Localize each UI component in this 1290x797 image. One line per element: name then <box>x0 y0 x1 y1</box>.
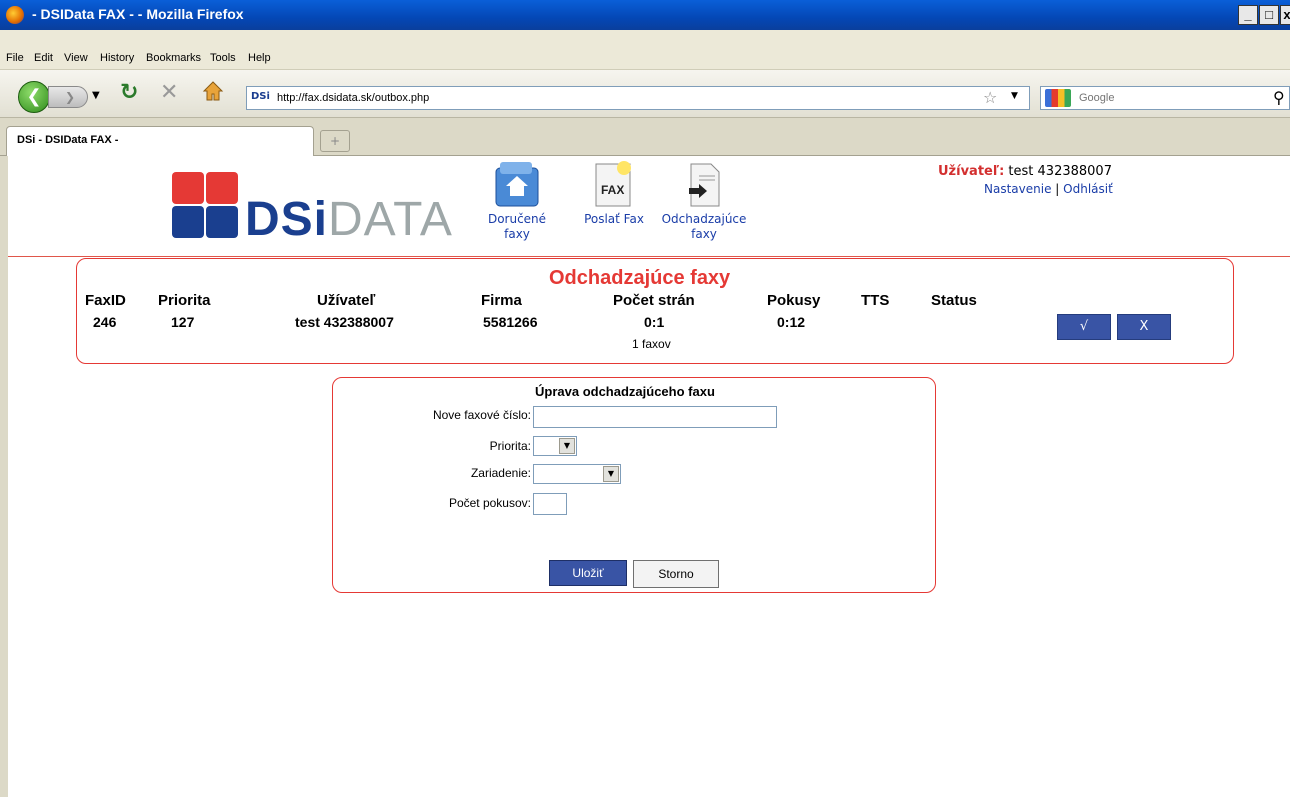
link-separator: | <box>1055 182 1060 196</box>
edit-form-title: Úprava odchadzajúceho faxu <box>535 384 715 399</box>
cell-priority: 127 <box>171 314 195 330</box>
site-identity-icon: DSi <box>251 91 270 102</box>
nav-send-fax[interactable]: FAX Poslať Fax <box>574 160 654 227</box>
col-pages: Počet strán <box>613 292 695 309</box>
confirm-button[interactable]: √ <box>1057 314 1111 340</box>
url-bar[interactable]: DSi ☆ ▼ <box>246 86 1030 110</box>
settings-link[interactable]: Nastavenie <box>984 182 1051 196</box>
col-company: Firma <box>481 292 522 309</box>
fax-count: 1 faxov <box>632 337 671 351</box>
save-button[interactable]: Uložiť <box>549 560 627 586</box>
page-content: DSiDATA Doručené faxy FAX Poslať Fax Odc… <box>8 156 1290 797</box>
menu-bookmarks[interactable]: Bookmarks <box>146 52 201 64</box>
chevron-down-icon[interactable]: ▼ <box>603 466 619 482</box>
cancel-button[interactable]: Storno <box>633 560 719 588</box>
search-input[interactable] <box>1077 89 1257 107</box>
col-faxid: FaxID <box>85 292 126 309</box>
back-arrow-icon[interactable]: ❮ <box>18 81 50 113</box>
dsidata-logo-mark <box>172 172 238 238</box>
tab-dsidata-fax[interactable]: DSi - DSIData FAX - <box>6 126 314 156</box>
window-border <box>0 156 8 797</box>
device-label: Zariadenie: <box>470 466 531 480</box>
header-divider <box>8 256 1290 257</box>
tab-bar: DSi - DSIData FAX - + <box>0 118 1290 156</box>
menu-file[interactable]: File <box>6 52 24 64</box>
edit-fax-panel: Úprava odchadzajúceho faxu Nove faxové č… <box>332 377 936 593</box>
close-button[interactable]: x <box>1280 5 1290 25</box>
menu-tools[interactable]: Tools <box>210 52 236 64</box>
fax-number-input[interactable] <box>533 406 777 428</box>
search-icon[interactable]: ⚲ <box>1273 88 1285 107</box>
col-tts: TTS <box>861 292 890 309</box>
document-arrow-icon <box>685 160 723 208</box>
menu-bar: File Edit View History Bookmarks Tools H… <box>0 30 1290 70</box>
history-dropdown-icon[interactable]: ▼ <box>92 90 100 101</box>
cell-faxid: 246 <box>93 314 117 330</box>
window-titlebar: - DSIData FAX - - Mozilla Firefox _ □ x <box>0 0 1290 30</box>
fax-document-icon: FAX <box>594 160 634 208</box>
menu-help[interactable]: Help <box>248 52 271 64</box>
minimize-button[interactable]: _ <box>1238 5 1258 25</box>
maximize-button[interactable]: □ <box>1259 5 1279 25</box>
logout-link[interactable]: Odhlásiť <box>1063 182 1113 196</box>
col-attempts: Pokusy <box>767 292 821 309</box>
stop-icon[interactable]: ✕ <box>160 80 178 105</box>
window-title: - DSIData FAX - - Mozilla Firefox <box>32 6 244 22</box>
cell-pages: 0:1 <box>644 314 665 330</box>
user-name: test 432388007 <box>1004 164 1112 179</box>
menu-edit[interactable]: Edit <box>34 52 53 64</box>
search-bar[interactable]: ⚲ <box>1040 86 1290 110</box>
navigation-toolbar: ❮ ❯ ▼ ↻ ✕ DSi ☆ ▼ ⚲ <box>0 70 1290 118</box>
user-label: Užívateľ: <box>938 164 1005 179</box>
menu-history[interactable]: History <box>100 52 134 64</box>
attempts-label: Počet pokusov: <box>448 496 531 510</box>
col-user: Užívateľ <box>317 292 376 309</box>
chevron-down-icon[interactable]: ▼ <box>559 438 575 454</box>
cell-user: test 432388007 <box>295 314 394 330</box>
svg-text:FAX: FAX <box>601 183 624 197</box>
priority-label: Priorita: <box>489 439 531 453</box>
home-icon[interactable] <box>202 80 224 107</box>
priority-select[interactable]: ▼ <box>533 436 577 456</box>
folder-home-icon <box>494 160 540 208</box>
bookmark-star-icon[interactable]: ☆ <box>983 88 997 107</box>
attempts-input[interactable] <box>533 493 567 515</box>
url-input[interactable] <box>275 89 975 107</box>
cell-company: 5581266 <box>483 314 538 330</box>
col-status: Status <box>931 292 977 309</box>
cell-attempts: 0:12 <box>777 314 806 330</box>
url-dropdown-icon[interactable]: ▼ <box>1011 91 1018 101</box>
reload-icon[interactable]: ↻ <box>120 80 138 105</box>
new-tab-button[interactable]: + <box>320 130 350 152</box>
nav-outgoing-faxes[interactable]: Odchadzajúce faxy <box>654 160 754 242</box>
firefox-icon <box>6 6 24 24</box>
tab-label: DSi - DSIData FAX - <box>17 134 119 146</box>
col-priority: Priorita <box>158 292 211 309</box>
outbox-panel: Odchadzajúce faxy FaxID Priorita Užívate… <box>76 258 1234 364</box>
device-select[interactable]: ▼ <box>533 464 621 484</box>
dsidata-logo-text: DSiDATA <box>245 193 453 246</box>
outbox-title: Odchadzajúce faxy <box>549 267 731 289</box>
forward-arrow-icon[interactable]: ❯ <box>48 86 88 108</box>
delete-button[interactable]: X <box>1117 314 1171 340</box>
user-info: Užívateľ: test 432388007 Nastavenie | Od… <box>938 164 1113 196</box>
google-engine-icon[interactable] <box>1045 89 1071 107</box>
fax-number-label: Nove faxové číslo: <box>432 408 531 422</box>
nav-received-faxes[interactable]: Doručené faxy <box>484 160 550 242</box>
menu-view[interactable]: View <box>64 52 88 64</box>
